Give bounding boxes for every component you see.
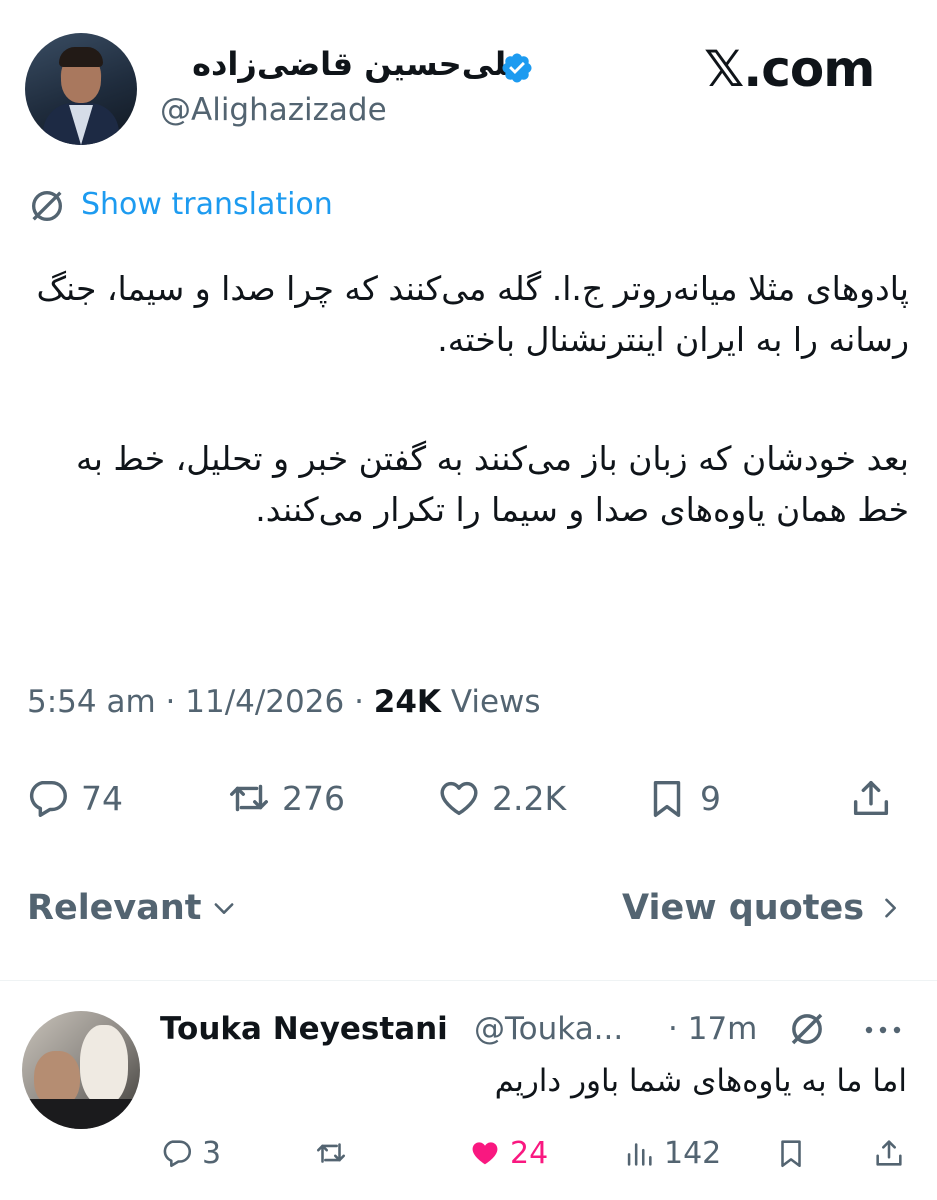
- reply-reply-button[interactable]: 3: [160, 1130, 221, 1176]
- author-avatar[interactable]: [25, 33, 137, 145]
- share-button[interactable]: [848, 768, 904, 828]
- author-name[interactable]: علی‌حسین قاضی‌زاده: [192, 45, 529, 83]
- tweet-text-paragraph-1: پادوهای مثلا میانه‌روتر ج.ا. گله می‌کنند…: [36, 269, 909, 359]
- reply-time: · 17m: [668, 1011, 758, 1047]
- reply-count: 74: [81, 778, 123, 818]
- heart-filled-icon: [472, 1142, 498, 1165]
- reply-views-count: 142: [664, 1135, 722, 1171]
- retweet-icon: [230, 784, 268, 812]
- share-icon: [853, 780, 889, 816]
- bookmark-button[interactable]: 9: [644, 768, 721, 828]
- like-count: 2.2K: [492, 778, 567, 818]
- bookmark-icon: [653, 780, 681, 817]
- chevron-right-icon: [885, 898, 896, 918]
- reply-translate-icon[interactable]: [786, 1008, 828, 1050]
- reply-text: اما ما به یاوه‌های شما باور داریم: [494, 1063, 907, 1099]
- view-quotes-label: View quotes: [622, 888, 865, 928]
- sort-label: Relevant: [27, 888, 202, 928]
- show-translation-link[interactable]: Show translation: [81, 187, 333, 222]
- reply-views-button[interactable]: 142: [622, 1130, 721, 1176]
- verified-badge-icon: [502, 53, 532, 83]
- reply-bookmark-button[interactable]: [774, 1130, 816, 1176]
- tweet-time[interactable]: 5:54 am: [27, 684, 156, 720]
- share-icon: [876, 1140, 902, 1166]
- reply-like-count: 24: [510, 1135, 549, 1171]
- tweet-date[interactable]: 11/4/2026: [185, 684, 344, 720]
- view-quotes-link[interactable]: View quotes: [622, 888, 904, 928]
- reply-icon: [29, 780, 67, 817]
- chevron-down-icon: [214, 903, 233, 914]
- bookmark-icon: [781, 1140, 801, 1168]
- reply-time-value: 17m: [687, 1011, 758, 1047]
- tweet-meta: 5:54 am · 11/4/2026 · 24K Views: [27, 684, 541, 720]
- reply-button[interactable]: 74: [25, 768, 123, 828]
- reply-author-handle[interactable]: @Touka...: [474, 1011, 623, 1047]
- views-chart-icon: [627, 1143, 652, 1166]
- sort-relevant-dropdown[interactable]: Relevant: [27, 888, 238, 928]
- retweet-count: 276: [282, 778, 345, 818]
- reply-reply-count: 3: [202, 1135, 222, 1171]
- reply-like-button[interactable]: 24: [468, 1130, 548, 1176]
- tweet-text-paragraph-2: بعد خودشان که زبان باز می‌کنند به گفتن خ…: [76, 439, 909, 529]
- x-logo: 𝕏.com: [704, 40, 875, 98]
- reply-avatar[interactable]: [22, 1011, 140, 1129]
- like-button[interactable]: 2.2K: [436, 768, 566, 828]
- divider: [0, 980, 937, 981]
- retweet-button[interactable]: 276: [226, 768, 345, 828]
- reply-retweet-button[interactable]: [314, 1130, 356, 1176]
- views-label: Views: [450, 684, 541, 720]
- reply-author-name[interactable]: Touka Neyestani: [160, 1011, 448, 1047]
- heart-icon: [440, 781, 478, 816]
- reply-share-button[interactable]: [872, 1130, 914, 1176]
- views-count: 24K: [373, 684, 441, 720]
- author-handle[interactable]: @Alighazizade: [160, 92, 387, 128]
- bookmark-count: 9: [700, 778, 721, 818]
- reply-icon: [163, 1140, 192, 1168]
- retweet-icon: [316, 1143, 346, 1163]
- more-options-icon[interactable]: [860, 1012, 906, 1048]
- translate-icon: [32, 191, 62, 221]
